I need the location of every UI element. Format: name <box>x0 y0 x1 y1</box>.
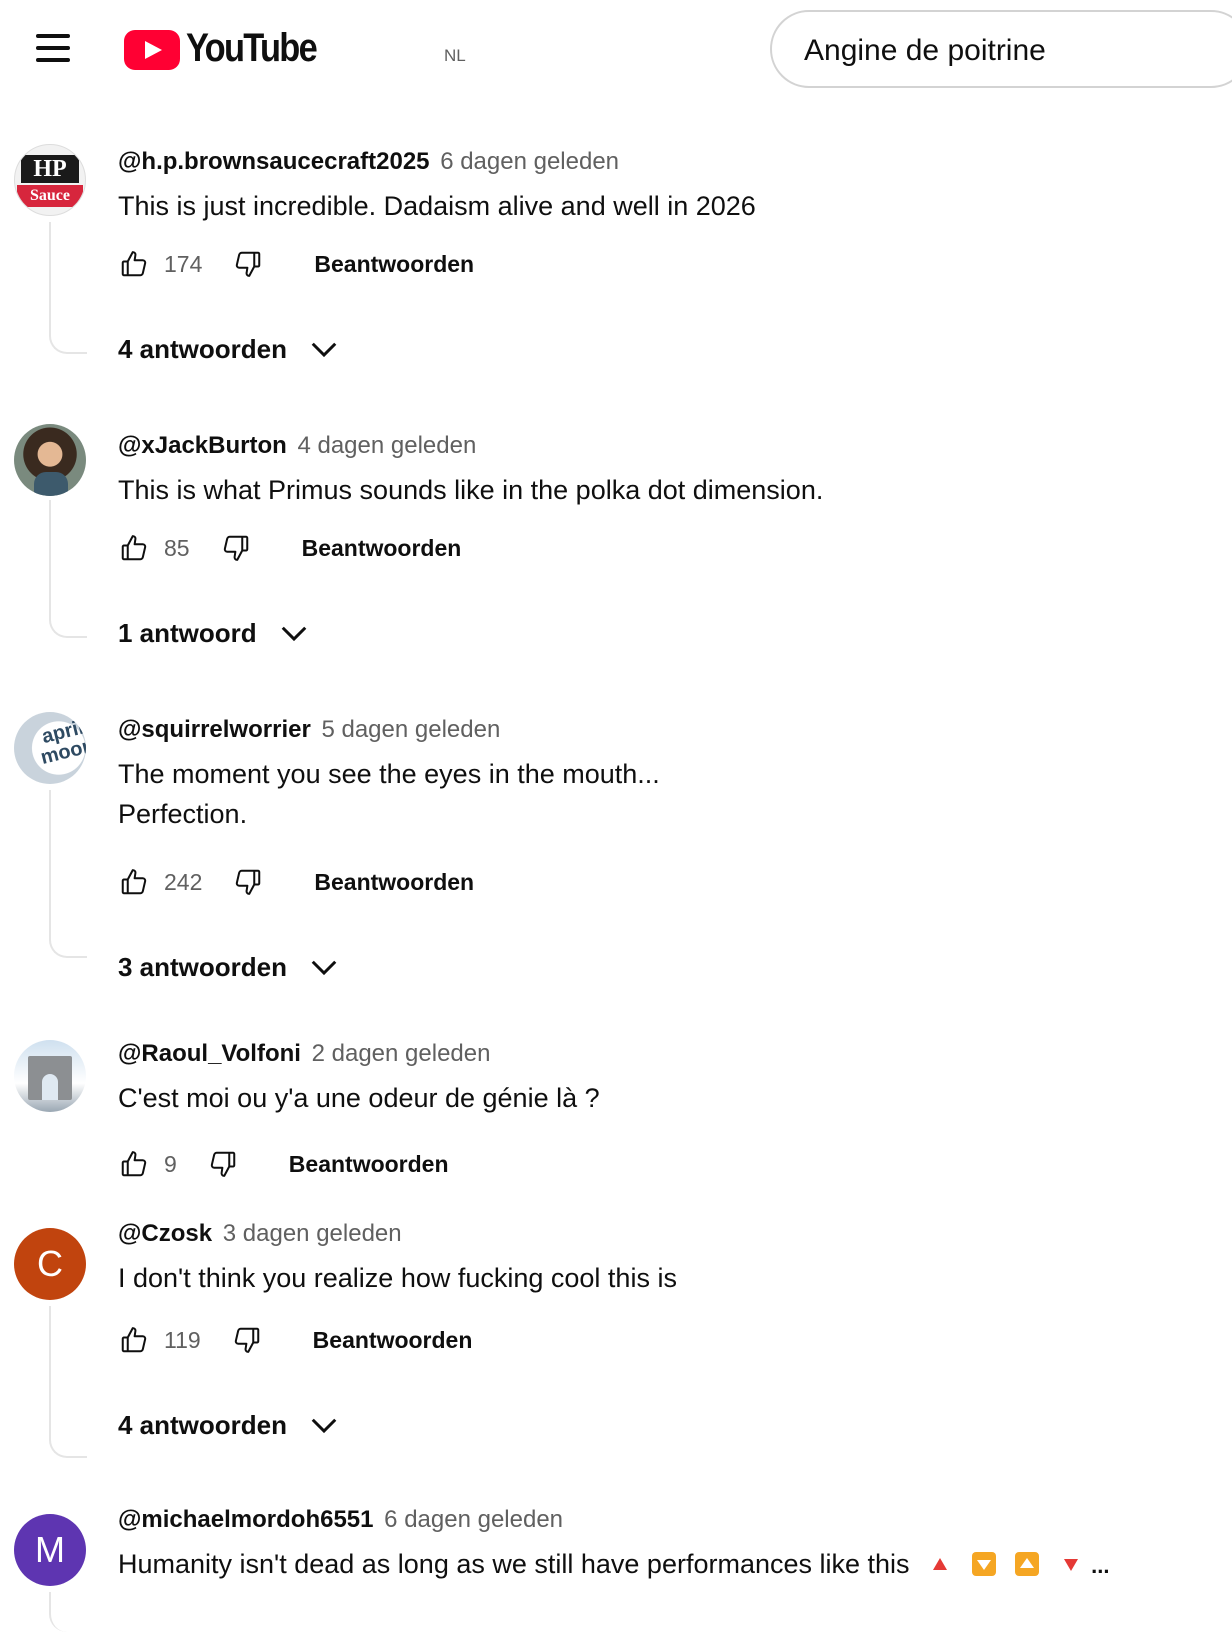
chevron-down-icon <box>279 619 309 649</box>
comment-text: This is just incredible. Dadaism alive a… <box>118 191 756 221</box>
reply-button[interactable]: Beantwoorden <box>313 1327 473 1354</box>
comment-actions: 174 Beantwoorden <box>118 244 474 284</box>
like-count: 119 <box>164 1326 201 1353</box>
view-replies-button[interactable]: 4 antwoorden <box>118 1410 339 1441</box>
menu-icon[interactable] <box>30 28 76 68</box>
like-count: 85 <box>164 534 190 561</box>
comment-text-ellipsis: ... <box>1091 1553 1110 1578</box>
avatar[interactable]: C <box>14 1228 86 1300</box>
comment-header: @Czosk 3 dagen geleden <box>118 1220 402 1248</box>
comment-time[interactable]: 3 dagen geleden <box>223 1220 402 1247</box>
dislike-icon[interactable] <box>220 531 252 565</box>
comment-time[interactable]: 4 dagen geleden <box>297 432 476 459</box>
chevron-down-icon <box>309 1411 339 1441</box>
comment-author[interactable]: @Raoul_Volfoni <box>118 1040 301 1067</box>
reply-button[interactable]: Beantwoorden <box>289 1151 449 1178</box>
search-input[interactable]: Angine de poitrine <box>770 10 1232 88</box>
search-query: Angine de poitrine <box>804 34 1046 67</box>
dislike-icon[interactable] <box>232 865 264 899</box>
reply-button[interactable]: Beantwoorden <box>302 535 462 562</box>
avatar-logo-text: HP <box>21 155 79 183</box>
view-replies-button[interactable]: 4 antwoorden <box>118 334 339 365</box>
youtube-play-icon <box>124 30 180 70</box>
like-count: 174 <box>164 250 203 277</box>
dislike-icon[interactable] <box>232 247 264 281</box>
comment-time[interactable]: 6 dagen geleden <box>384 1506 563 1533</box>
comment-text: The moment you see the eyes in the mouth… <box>118 754 660 834</box>
comment-header: @h.p.brownsaucecraft2025 6 dagen geleden <box>118 148 619 176</box>
comment-time[interactable]: 5 dagen geleden <box>321 716 500 743</box>
replies-count: 3 antwoorden <box>118 952 288 982</box>
avatar[interactable] <box>14 424 86 496</box>
comment-text-line: The moment you see the eyes in the mouth… <box>118 759 660 789</box>
chevron-down-icon <box>309 953 339 983</box>
comment-actions: 119 Beantwoorden <box>118 1320 472 1360</box>
like-icon[interactable] <box>118 865 150 899</box>
down-arrow-button-icon <box>971 1552 996 1576</box>
region-code: NL <box>444 46 466 65</box>
view-replies-button[interactable]: 1 antwoord <box>118 618 309 649</box>
like-count: 242 <box>164 868 203 895</box>
like-icon[interactable] <box>118 531 150 565</box>
comment-header: @xJackBurton 4 dagen geleden <box>118 432 476 460</box>
comment-actions: 9 Beantwoorden <box>118 1144 449 1184</box>
comment-time[interactable]: 2 dagen geleden <box>312 1040 491 1067</box>
dislike-icon[interactable] <box>207 1147 239 1181</box>
dislike-icon[interactable] <box>231 1323 263 1357</box>
thread-line <box>49 222 87 354</box>
comment-author[interactable]: @xJackBurton <box>118 432 287 459</box>
comment-author[interactable]: @h.p.brownsaucecraft2025 <box>118 148 430 175</box>
comment-time[interactable]: 6 dagen geleden <box>440 148 619 175</box>
avatar[interactable]: HP Sauce <box>14 144 86 216</box>
comment-actions: 242 Beantwoorden <box>118 862 474 902</box>
like-icon[interactable] <box>118 1323 150 1357</box>
thread-line <box>49 790 87 958</box>
comment-author[interactable]: @Czosk <box>118 1220 212 1247</box>
red-triangle-down-icon <box>1063 1559 1078 1571</box>
avatar[interactable]: M <box>14 1514 86 1586</box>
comment-text: Humanity isn't dead as long as we still … <box>118 1544 1109 1586</box>
thread-line <box>49 500 87 638</box>
comment-text: C'est moi ou y'a une odeur de génie là ? <box>118 1083 600 1113</box>
like-icon[interactable] <box>118 1147 150 1181</box>
comment-text-line: Perfection. <box>118 799 248 829</box>
comment-author[interactable]: @michaelmordoh6551 <box>118 1506 374 1533</box>
reply-button[interactable]: Beantwoorden <box>314 251 474 278</box>
reply-button[interactable]: Beantwoorden <box>314 869 474 896</box>
replies-count: 4 antwoorden <box>118 334 288 364</box>
up-arrow-button-icon <box>1015 1552 1040 1576</box>
comment-text: This is what Primus sounds like in the p… <box>118 475 824 505</box>
avatar[interactable] <box>14 1040 86 1112</box>
replies-count: 4 antwoorden <box>118 1410 288 1440</box>
comment-author[interactable]: @squirrelworrier <box>118 716 311 743</box>
like-icon[interactable] <box>118 247 150 281</box>
replies-count: 1 antwoord <box>118 618 257 648</box>
logo-text: YouTube <box>186 26 318 70</box>
comment-actions: 85 Beantwoorden <box>118 528 461 568</box>
thread-line <box>49 1306 87 1458</box>
comment-header: @Raoul_Volfoni 2 dagen geleden <box>118 1040 490 1068</box>
comment-header: @michaelmordoh6551 6 dagen geleden <box>118 1506 563 1534</box>
view-replies-button[interactable]: 3 antwoorden <box>118 952 339 983</box>
comment-text-body: Humanity isn't dead as long as we still … <box>118 1549 910 1579</box>
comment-header: @squirrelworrier 5 dagen geleden <box>118 716 500 744</box>
avatar-logo-text: april moon <box>38 716 86 769</box>
avatar-logo-subtext: Sauce <box>17 185 83 207</box>
avatar[interactable]: april moon <box>14 712 86 784</box>
thread-line <box>49 1592 87 1632</box>
like-count: 9 <box>164 1150 177 1177</box>
red-triangle-up-icon <box>933 1558 948 1570</box>
chevron-down-icon <box>309 335 339 365</box>
comment-text: I don't think you realize how fucking co… <box>118 1263 677 1293</box>
masthead: YouTube NL Angine de poitrine <box>0 0 1232 100</box>
